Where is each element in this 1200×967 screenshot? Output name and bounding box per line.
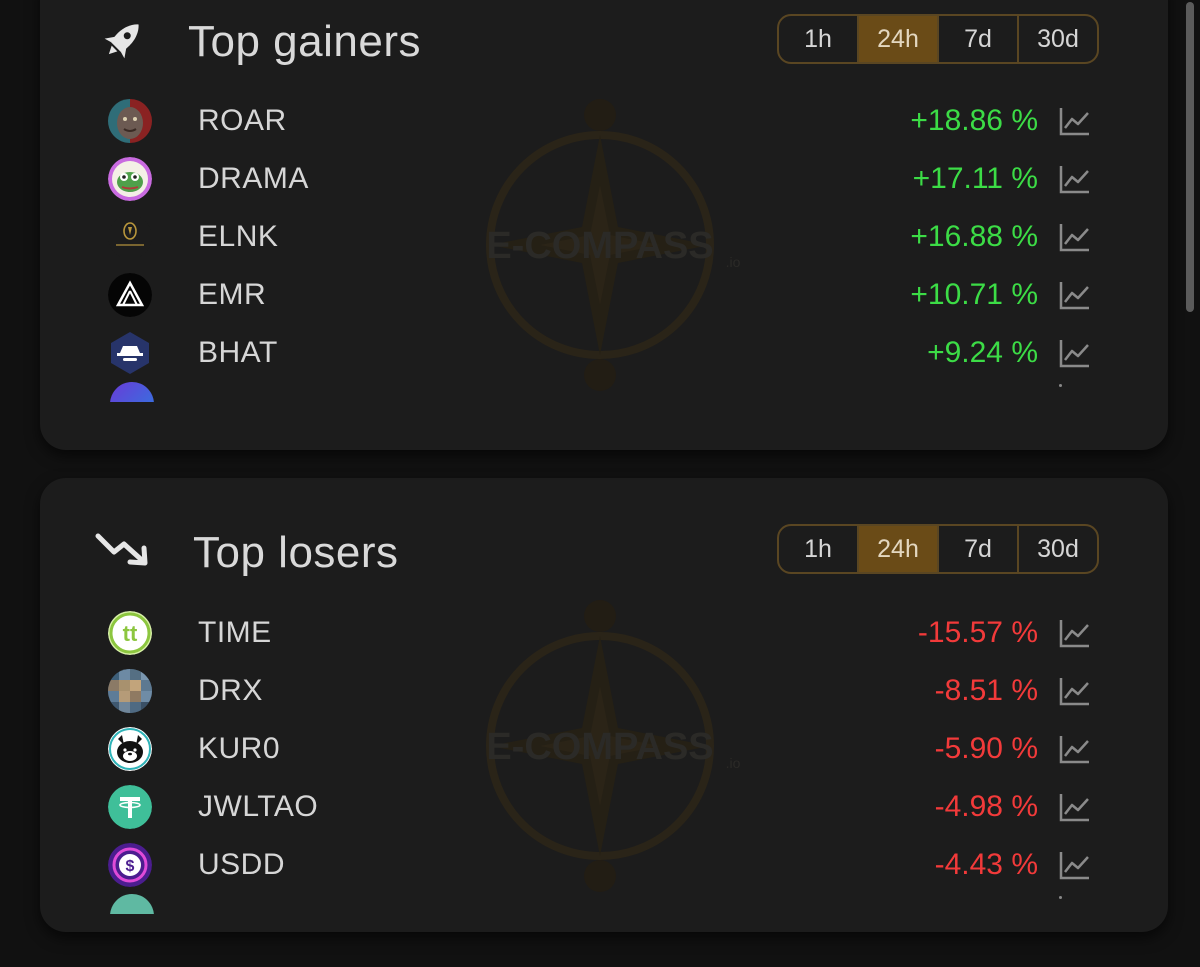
earnlink-icon: [108, 215, 152, 259]
jwltao-t-icon: [108, 785, 152, 829]
price-change: -15.57 %: [917, 616, 1038, 649]
drama-pepe-icon: [108, 157, 152, 201]
coin-symbol: DRAMA: [198, 162, 309, 195]
price-change: -8.51 %: [934, 674, 1038, 707]
chart-icon[interactable]: [1059, 222, 1091, 252]
coin-symbol: JWLTAO: [198, 790, 319, 823]
losers-period-24h[interactable]: 24h: [859, 526, 939, 572]
price-change: +17.11 %: [912, 162, 1038, 195]
coin-symbol: ROAR: [198, 104, 287, 137]
losers-period-7d[interactable]: 7d: [939, 526, 1019, 572]
price-change: -4.98 %: [934, 790, 1038, 823]
coin-icon-partial: [110, 382, 154, 402]
gainer-row[interactable]: BHAT +9.24 %: [40, 324, 1168, 382]
chart-icon[interactable]: [1059, 618, 1091, 648]
loser-row-partial: [40, 894, 1168, 914]
top-losers-card: E-COMPASS .io Top losers 1h 24h 7d 30d t…: [40, 478, 1168, 932]
chart-icon[interactable]: [1059, 106, 1091, 136]
gainers-period-24h[interactable]: 24h: [859, 16, 939, 62]
svg-text:tt: tt: [123, 621, 138, 646]
coin-symbol: KUR0: [198, 732, 281, 765]
coin-symbol: EMR: [198, 278, 267, 311]
loser-row[interactable]: DRX -8.51 %: [40, 662, 1168, 720]
bhat-hat-icon: [108, 331, 152, 375]
gainers-list: ROAR +18.86 % DRAMA +17.11 % ELNK +16.88…: [40, 92, 1168, 402]
page: E-COMPASS .io Top gainers 1h 24h 7d 30d: [0, 0, 1200, 967]
price-change: -4.43 %: [934, 848, 1038, 881]
usdd-dollar-icon: $: [108, 843, 152, 887]
price-change: +9.24 %: [927, 336, 1038, 369]
coin-symbol: DRX: [198, 674, 263, 707]
chart-icon[interactable]: [1059, 792, 1091, 822]
loser-row[interactable]: tt TIME -15.57 %: [40, 604, 1168, 662]
price-change: +18.86 %: [910, 104, 1038, 137]
chart-icon[interactable]: [1059, 850, 1091, 880]
gainers-period-30d[interactable]: 30d: [1019, 16, 1097, 62]
gainer-row[interactable]: ELNK +16.88 %: [40, 208, 1168, 266]
price-change: +16.88 %: [910, 220, 1038, 253]
rocket-icon: [104, 24, 139, 59]
chart-icon[interactable]: [1059, 734, 1091, 764]
gainer-row[interactable]: DRAMA +17.11 %: [40, 150, 1168, 208]
coin-symbol: USDD: [198, 848, 286, 881]
kuro-shiba-icon: [108, 727, 152, 771]
coin-icon-partial: [110, 894, 154, 914]
scrollbar[interactable]: [1182, 0, 1200, 967]
chart-icon[interactable]: [1059, 676, 1091, 706]
gainers-period-7d[interactable]: 7d: [939, 16, 1019, 62]
loser-row[interactable]: JWLTAO -4.98 %: [40, 778, 1168, 836]
trending-down-icon: [95, 533, 148, 566]
coin-symbol: TIME: [198, 616, 272, 649]
coin-symbol: BHAT: [198, 336, 278, 369]
gainer-row-partial: [40, 382, 1168, 402]
losers-period-1h[interactable]: 1h: [779, 526, 859, 572]
chart-icon[interactable]: [1059, 338, 1091, 368]
loser-row[interactable]: KUR0 -5.90 %: [40, 720, 1168, 778]
price-change: +10.71 %: [910, 278, 1038, 311]
loser-row[interactable]: $ USDD -4.43 %: [40, 836, 1168, 894]
roar-lion-icon: [108, 99, 152, 143]
chart-icon-partial: [1059, 384, 1062, 387]
gainer-row[interactable]: EMR +10.71 %: [40, 266, 1168, 324]
gainers-period-1h[interactable]: 1h: [779, 16, 859, 62]
losers-period-30d[interactable]: 30d: [1019, 526, 1097, 572]
scrollbar-thumb[interactable]: [1186, 2, 1194, 312]
chart-icon[interactable]: [1059, 164, 1091, 194]
top-gainers-card: E-COMPASS .io Top gainers 1h 24h 7d 30d: [40, 0, 1168, 450]
chart-icon-partial: [1059, 896, 1062, 899]
gainers-period-selector: 1h 24h 7d 30d: [777, 14, 1099, 64]
drx-pixel-icon: [108, 669, 152, 713]
emr-triangle-icon: [108, 273, 152, 317]
coin-symbol: ELNK: [198, 220, 279, 253]
top-gainers-title: Top gainers: [188, 17, 421, 66]
svg-text:$: $: [126, 858, 135, 875]
time-tt-icon: tt: [108, 611, 152, 655]
top-losers-title: Top losers: [193, 528, 399, 577]
chart-icon[interactable]: [1059, 280, 1091, 310]
losers-period-selector: 1h 24h 7d 30d: [777, 524, 1099, 574]
gainer-row[interactable]: ROAR +18.86 %: [40, 92, 1168, 150]
losers-list: tt TIME -15.57 % DRX -8.51 % KUR0 -5.90 …: [40, 604, 1168, 914]
price-change: -5.90 %: [934, 732, 1038, 765]
